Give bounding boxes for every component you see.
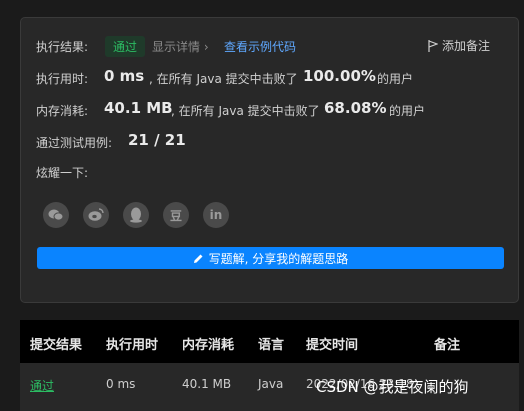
flag-icon [428, 40, 438, 52]
share-label: 炫耀一下: [36, 166, 89, 180]
write-solution-button[interactable]: 写题解, 分享我的解题思路 [37, 247, 504, 269]
weibo-icon[interactable] [83, 202, 109, 228]
runtime-suffix: 的用户 [377, 72, 414, 86]
weibo-glyph [88, 208, 104, 221]
write-solution-label: 写题解, 分享我的解题思路 [208, 251, 349, 266]
add-note-label: 添加备注 [442, 39, 491, 53]
sample-code-link[interactable]: 查看示例代码 [224, 38, 296, 55]
memory-label: 内存消耗: [36, 104, 89, 118]
runtime-percent: 100.00% [303, 67, 376, 85]
header-status[interactable]: 提交结果 [30, 334, 82, 353]
memory-value: 40.1 MB [104, 99, 173, 117]
header-submit-time[interactable]: 提交时间 [306, 334, 358, 353]
row-status-link[interactable]: 通过 [30, 377, 54, 394]
qq-icon[interactable] [123, 202, 149, 228]
douban-icon[interactable]: 豆 [163, 202, 189, 228]
runtime-text: , 在所有 Java 提交中击败了 [149, 72, 298, 86]
header-runtime[interactable]: 执行用时 [106, 334, 158, 353]
submissions-table: 提交结果 执行用时 内存消耗 语言 提交时间 备注 通过 0 ms 40.1 M… [20, 320, 519, 411]
result-label: 执行结果: [36, 40, 89, 54]
douban-glyph: 豆 [169, 208, 182, 223]
wechat-icon[interactable] [43, 202, 69, 228]
header-memory[interactable]: 内存消耗 [182, 334, 234, 353]
csdn-watermark: CSDN @我是夜阑的狗 [316, 378, 469, 396]
status-badge: 通过 [105, 36, 146, 57]
memory-text: , 在所有 Java 提交中击败了 [171, 104, 320, 118]
submission-result-card: 执行结果: 通过 显示详情 › 查看示例代码 添加备注 执行用时: 0 ms ,… [20, 17, 519, 303]
runtime-label: 执行用时: [36, 72, 89, 86]
wechat-glyph [48, 209, 64, 221]
row-language: Java [258, 377, 284, 391]
linkedin-glyph: in [209, 208, 223, 222]
add-note-button[interactable]: 添加备注 [428, 37, 490, 54]
linkedin-icon[interactable]: in [203, 202, 229, 228]
tests-label: 通过测试用例: [36, 136, 113, 150]
row-runtime: 0 ms [106, 377, 136, 391]
runtime-value: 0 ms [104, 67, 145, 85]
row-memory: 40.1 MB [182, 377, 232, 391]
tests-value: 21 / 21 [128, 131, 186, 149]
show-details-link[interactable]: 显示详情 › [152, 38, 209, 55]
memory-suffix: 的用户 [389, 104, 426, 118]
qq-glyph [130, 207, 142, 223]
header-note[interactable]: 备注 [434, 334, 460, 353]
header-language[interactable]: 语言 [258, 334, 284, 353]
pencil-icon [193, 254, 203, 263]
memory-percent: 68.08% [324, 99, 387, 117]
